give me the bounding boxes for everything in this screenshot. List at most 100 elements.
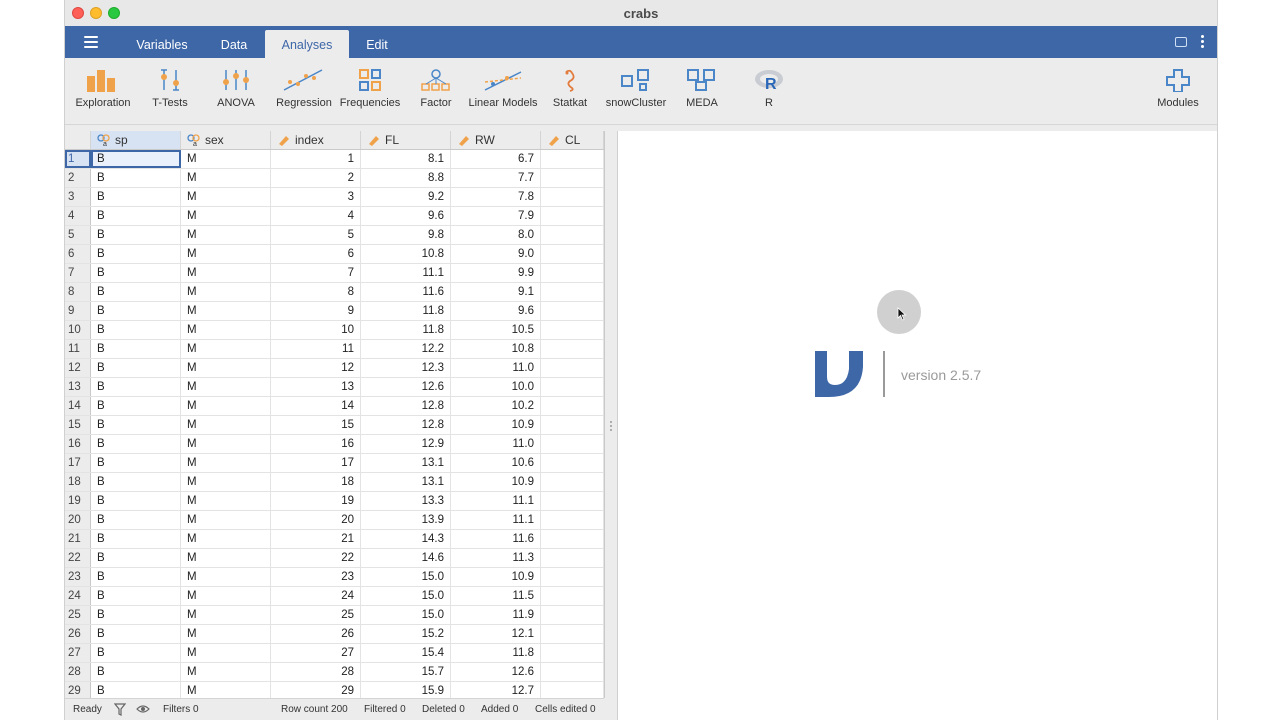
table-cell[interactable]: 15.4 [361,644,451,662]
pane-splitter[interactable] [605,131,617,698]
table-cell[interactable]: M [181,188,271,206]
table-cell[interactable]: 11.8 [361,302,451,320]
table-cell[interactable]: B [91,397,181,415]
table-cell[interactable] [541,188,604,206]
hamburger-menu-icon[interactable] [84,36,98,48]
table-cell[interactable]: 23 [271,568,361,586]
table-cell[interactable]: 10.5 [451,321,541,339]
table-cell[interactable]: M [181,245,271,263]
table-cell[interactable]: 9.6 [361,207,451,225]
table-cell[interactable]: 9.1 [451,283,541,301]
table-cell[interactable]: M [181,416,271,434]
table-cell[interactable]: 15.0 [361,587,451,605]
table-cell[interactable]: 5 [271,226,361,244]
row-number[interactable]: 4 [65,207,91,225]
table-cell[interactable]: 11.1 [361,264,451,282]
table-cell[interactable]: 24 [271,587,361,605]
table-cell[interactable]: 10 [271,321,361,339]
row-number[interactable]: 5 [65,226,91,244]
row-number[interactable]: 7 [65,264,91,282]
table-cell[interactable]: 10.2 [451,397,541,415]
table-cell[interactable]: 25 [271,606,361,624]
table-cell[interactable]: 10.0 [451,378,541,396]
row-number[interactable]: 9 [65,302,91,320]
table-cell[interactable] [541,397,604,415]
table-cell[interactable]: B [91,682,181,698]
table-cell[interactable]: 15.2 [361,625,451,643]
table-cell[interactable]: 12.2 [361,340,451,358]
table-cell[interactable]: M [181,644,271,662]
table-cell[interactable] [541,416,604,434]
table-cell[interactable]: 2 [271,169,361,187]
table-cell[interactable]: B [91,283,181,301]
eye-icon[interactable] [136,704,150,714]
ribbon-anova-button[interactable]: ANOVA [211,68,261,120]
row-number[interactable]: 20 [65,511,91,529]
table-cell[interactable]: 15.0 [361,606,451,624]
table-cell[interactable]: 13.1 [361,473,451,491]
table-cell[interactable]: B [91,644,181,662]
ribbon-frequencies-button[interactable]: Frequencies [339,68,401,120]
table-cell[interactable]: 11.1 [451,511,541,529]
table-cell[interactable] [541,644,604,662]
ribbon-r-button[interactable]: R R [751,68,787,120]
row-number[interactable]: 16 [65,435,91,453]
table-cell[interactable]: 12.6 [451,663,541,681]
table-cell[interactable]: B [91,492,181,510]
row-number[interactable]: 23 [65,568,91,586]
table-cell[interactable]: 9.2 [361,188,451,206]
table-cell[interactable] [541,568,604,586]
row-number[interactable]: 1 [65,150,91,168]
table-cell[interactable]: 11.5 [451,587,541,605]
table-cell[interactable] [541,587,604,605]
corner-cell[interactable] [65,131,91,149]
table-cell[interactable]: 10.9 [451,416,541,434]
ribbon-factor-button[interactable]: Factor [413,68,459,120]
tab-variables[interactable]: Variables [125,30,199,58]
table-cell[interactable]: B [91,511,181,529]
table-cell[interactable]: M [181,511,271,529]
table-cell[interactable]: 1 [271,150,361,168]
table-cell[interactable]: B [91,188,181,206]
ribbon-statkat-button[interactable]: Statkat [545,68,595,120]
table-cell[interactable]: 20 [271,511,361,529]
table-cell[interactable] [541,245,604,263]
table-cell[interactable]: 11.6 [451,530,541,548]
table-cell[interactable] [541,435,604,453]
table-cell[interactable]: 8.8 [361,169,451,187]
tab-data[interactable]: Data [205,30,263,58]
table-cell[interactable]: 3 [271,188,361,206]
ribbon-regression-button[interactable]: Regression [273,68,335,120]
table-cell[interactable]: B [91,454,181,472]
table-cell[interactable]: 26 [271,625,361,643]
results-mode-icon[interactable] [1175,37,1187,47]
table-cell[interactable] [541,378,604,396]
row-number[interactable]: 11 [65,340,91,358]
table-cell[interactable]: 7.8 [451,188,541,206]
table-cell[interactable] [541,511,604,529]
table-cell[interactable]: B [91,245,181,263]
table-cell[interactable]: 29 [271,682,361,698]
table-cell[interactable]: 4 [271,207,361,225]
table-cell[interactable]: 11.8 [361,321,451,339]
table-cell[interactable]: B [91,625,181,643]
table-cell[interactable]: 10.8 [451,340,541,358]
table-cell[interactable]: B [91,302,181,320]
table-cell[interactable] [541,150,604,168]
table-cell[interactable] [541,663,604,681]
table-cell[interactable]: 10.9 [451,568,541,586]
table-cell[interactable]: 19 [271,492,361,510]
table-cell[interactable]: B [91,606,181,624]
table-cell[interactable]: 18 [271,473,361,491]
table-cell[interactable] [541,340,604,358]
table-cell[interactable]: 6 [271,245,361,263]
table-cell[interactable]: M [181,283,271,301]
table-cell[interactable]: 10.8 [361,245,451,263]
table-cell[interactable]: M [181,549,271,567]
table-cell[interactable]: B [91,226,181,244]
ribbon-exploration-button[interactable]: Exploration [71,68,135,120]
table-cell[interactable]: 13.9 [361,511,451,529]
row-number[interactable]: 15 [65,416,91,434]
table-cell[interactable]: B [91,264,181,282]
table-cell[interactable]: B [91,359,181,377]
